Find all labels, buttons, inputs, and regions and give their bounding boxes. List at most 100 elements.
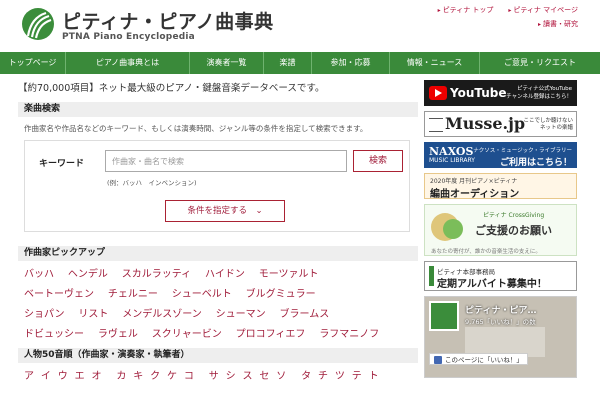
- facebook-page-logo-icon[interactable]: [429, 301, 459, 331]
- crossgiving-banner[interactable]: ピティナ CrossGiving ご支援のお願い あなたの寄付が、誰かの音楽生活…: [424, 204, 577, 256]
- nav-feedback[interactable]: ご意見・リクエスト: [480, 52, 600, 74]
- search-button[interactable]: 検索: [353, 150, 403, 172]
- composer-link[interactable]: ショパン: [24, 309, 65, 320]
- youtube-banner[interactable]: YouTube ピティナ公式YouTube チャンネル登録はこちら！: [424, 80, 577, 106]
- facebook-page-widget[interactable]: ピティナ・ピア… 9,765「いいね！」の数 このページに「いいね！」: [424, 296, 577, 378]
- composer-link[interactable]: チェルニー: [108, 289, 158, 300]
- main-content: 【約70,000項目】ネット最大級のピアノ・鍵盤音楽データベースです。 楽曲検索…: [18, 80, 418, 382]
- ptna-logo-icon[interactable]: [22, 8, 54, 40]
- composer-link[interactable]: ラフマニノフ: [319, 329, 379, 340]
- kana-link[interactable]: キ: [133, 371, 143, 382]
- search-example: (例：バッハ インベンション): [107, 179, 197, 187]
- youtube-banner-text: ピティナ公式YouTube チャンネル登録はこちら！: [506, 85, 572, 101]
- composer-pickup-title: 作曲家ピックアップ: [18, 246, 418, 261]
- keyword-label: キーワード: [39, 159, 85, 169]
- site-subtitle: PTNA Piano Encyclopedia: [62, 32, 195, 42]
- link-ptna-mypage[interactable]: ピティナ マイページ: [508, 6, 578, 14]
- youtube-play-icon: [429, 86, 447, 100]
- composer-link[interactable]: スカルラッティ: [122, 269, 191, 280]
- composer-link[interactable]: ベートーヴェン: [24, 289, 94, 300]
- crossgiving-heart-icon: [443, 219, 463, 239]
- youtube-banner-line1: ピティナ公式YouTube: [516, 86, 572, 92]
- nav-participate[interactable]: 参加・応募: [312, 52, 390, 74]
- crossgiving-banner-line2: ご支援のお願い: [475, 224, 552, 237]
- composer-link[interactable]: シューベルト: [172, 289, 232, 300]
- youtube-banner-line2: チャンネル登録はこちら！: [506, 94, 572, 100]
- composer-link[interactable]: ブラームス: [280, 309, 330, 320]
- kana-link[interactable]: サ: [209, 371, 219, 382]
- composer-link[interactable]: シューマン: [216, 309, 266, 320]
- site-title[interactable]: ピティナ・ピアノ曲事典: [62, 7, 274, 34]
- composer-link[interactable]: ブルグミュラー: [246, 289, 316, 300]
- sidebar: YouTube ピティナ公式YouTube チャンネル登録はこちら！ Musse…: [424, 80, 577, 378]
- kana-link[interactable]: ケ: [167, 371, 177, 382]
- audition-banner-line1: 2020年度 月刊ピアノ×ピティナ: [430, 178, 518, 185]
- composer-link[interactable]: プロコフィエフ: [236, 329, 306, 340]
- kana-link[interactable]: ウ: [58, 371, 68, 382]
- kana-index: ア イ ウ エ オ カ キ ク ケ コ サ シ ス セ ソ タ チ ツ テ ト: [18, 363, 418, 382]
- audition-banner-line2: 編曲オーディション: [430, 189, 520, 199]
- facebook-like-count: 9,765「いいね！」の数: [465, 318, 536, 326]
- kana-link[interactable]: イ: [41, 371, 51, 382]
- site-header: ピティナ・ピアノ曲事典 PTNA Piano Encyclopedia ピティナ…: [0, 0, 600, 52]
- facebook-like-label: このページに「いいね！」: [445, 356, 523, 364]
- job-banner-mark: [429, 266, 434, 286]
- composer-link[interactable]: ハイドン: [205, 269, 245, 280]
- search-description: 作曲家名や作品名などのキーワード、もしくは演奏時間、ジャンル等の条件を指定して検…: [24, 124, 368, 133]
- kana-link[interactable]: テ: [352, 371, 362, 382]
- kana-link[interactable]: オ: [92, 371, 102, 382]
- musse-banner[interactable]: Musse.jp ここでしか聴けない ネットの楽譜: [424, 111, 577, 137]
- nav-news[interactable]: 情報・ニュース: [390, 52, 480, 74]
- composer-link[interactable]: ドビュッシー: [24, 329, 84, 340]
- crossgiving-banner-line1: ピティナ CrossGiving: [483, 212, 545, 219]
- search-panel: キーワード 作曲家・曲名で検索 検索 (例：バッハ インベンション) 条件を指定…: [24, 140, 410, 232]
- kana-link[interactable]: シ: [226, 371, 236, 382]
- facebook-like-button[interactable]: このページに「いいね！」: [429, 353, 528, 365]
- kana-link[interactable]: チ: [318, 371, 328, 382]
- kana-index-title: 人物50音順（作曲家・演奏家・執筆者）: [18, 348, 418, 363]
- intro-text: 【約70,000項目】ネット最大級のピアノ・鍵盤音楽データベースです。: [18, 83, 325, 94]
- composer-link[interactable]: バッハ: [24, 269, 54, 280]
- kana-link[interactable]: ト: [369, 371, 379, 382]
- naxos-banner-line2: ご利用はこちら！: [499, 158, 572, 168]
- link-reading-research[interactable]: 讀書・研究: [538, 20, 578, 28]
- nav-top[interactable]: トップページ: [0, 52, 66, 74]
- musse-wordmark: Musse.jp: [445, 114, 526, 133]
- kana-link[interactable]: ス: [243, 371, 253, 382]
- composer-link[interactable]: ヘンデル: [68, 269, 108, 280]
- nav-about[interactable]: ピアノ曲事典とは: [66, 52, 190, 74]
- facebook-page-name[interactable]: ピティナ・ピア…: [465, 303, 536, 316]
- link-ptna-top[interactable]: ピティナ トップ: [438, 6, 494, 14]
- specify-conditions-button[interactable]: 条件を指定する ⌄: [165, 200, 285, 222]
- musse-banner-line2: ネットの楽譜: [539, 125, 573, 131]
- kana-link[interactable]: ソ: [276, 371, 286, 382]
- kana-link[interactable]: セ: [259, 371, 269, 382]
- composer-row: ベートーヴェン チェルニー シューベルト ブルグミュラー: [24, 285, 418, 305]
- kana-link[interactable]: ク: [150, 371, 160, 382]
- facebook-thumb-icon: [434, 356, 442, 364]
- kana-link[interactable]: ツ: [335, 371, 345, 382]
- composer-pickup-list: バッハ ヘンデル スカルラッティ ハイドン モーツァルト ベートーヴェン チェル…: [18, 261, 418, 345]
- parttime-job-banner[interactable]: ピティナ本部事務局 定期アルバイト募集中！: [424, 261, 577, 291]
- nav-performers[interactable]: 演奏者一覧: [190, 52, 264, 74]
- kana-link[interactable]: コ: [184, 371, 194, 382]
- composer-link[interactable]: メンデルスゾーン: [122, 309, 202, 320]
- kana-link[interactable]: タ: [301, 371, 311, 382]
- arrangement-audition-banner[interactable]: 2020年度 月刊ピアノ×ピティナ 編曲オーディション: [424, 173, 577, 199]
- composer-row: バッハ ヘンデル スカルラッティ ハイドン モーツァルト: [24, 265, 418, 285]
- composer-row: ドビュッシー ラヴェル スクリャービン プロコフィエフ ラフマニノフ: [24, 325, 418, 345]
- composer-link[interactable]: リスト: [78, 309, 108, 320]
- naxos-subtitle: MUSIC LIBRARY: [429, 157, 475, 164]
- naxos-banner[interactable]: NAXOS MUSIC LIBRARY ナクソス・ミュージック・ライブラリー ご…: [424, 142, 577, 168]
- composer-link[interactable]: ラヴェル: [98, 329, 138, 340]
- crossgiving-banner-foot: あなたの寄付が、誰かの音楽生活の支えに。: [431, 249, 541, 255]
- nav-scores[interactable]: 楽譜: [264, 52, 312, 74]
- composer-link[interactable]: モーツァルト: [259, 269, 319, 280]
- kana-link[interactable]: カ: [116, 371, 126, 382]
- keyword-search-input[interactable]: 作曲家・曲名で検索: [105, 150, 347, 172]
- youtube-wordmark: YouTube: [450, 86, 507, 100]
- musse-banner-text: ここでしか聴けない ネットの楽譜: [523, 118, 573, 132]
- kana-link[interactable]: ア: [24, 371, 34, 382]
- composer-link[interactable]: スクリャービン: [152, 329, 222, 340]
- kana-link[interactable]: エ: [75, 371, 85, 382]
